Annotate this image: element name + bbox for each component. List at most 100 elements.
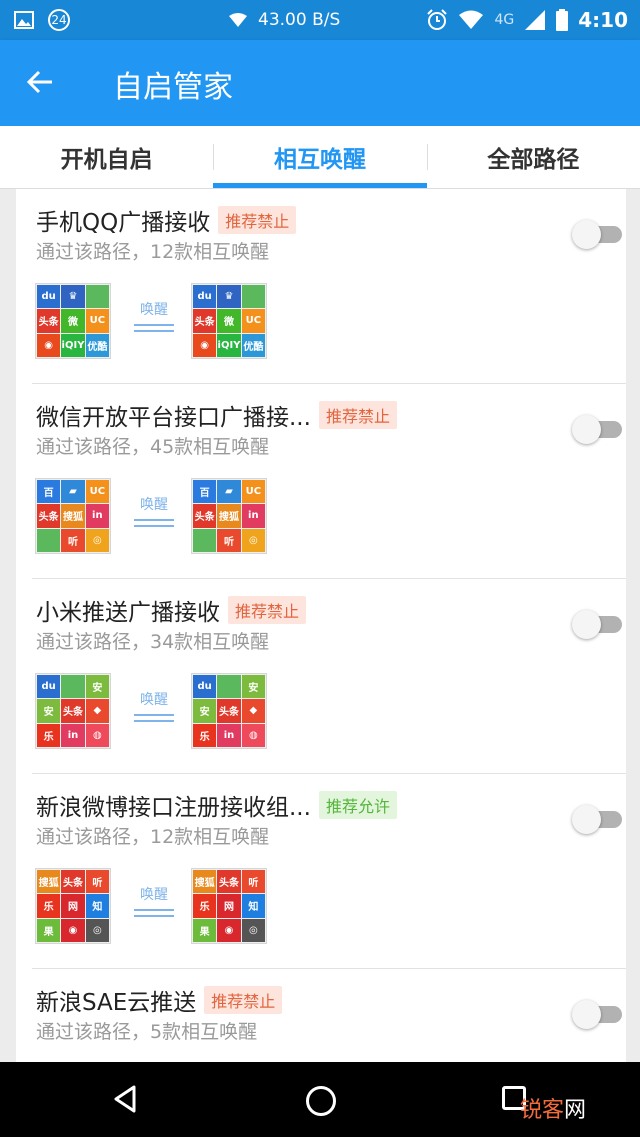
signal-icon: [525, 10, 546, 30]
image-notification-icon: [14, 11, 34, 29]
app-icon: 百: [193, 480, 217, 504]
app-icon: du: [193, 675, 217, 699]
app-icon: in: [241, 504, 265, 528]
tab-mutual-wakeup[interactable]: 相互唤醒: [213, 126, 427, 188]
app-icon: 头条: [37, 309, 61, 333]
app-icon: ◆: [241, 699, 265, 723]
wifi-icon: [459, 10, 484, 29]
app-icon: 乐: [37, 894, 61, 918]
navigation-bar: 锐客网: [0, 1062, 640, 1137]
item-subtitle: 通过该路径，34款相互唤醒: [36, 631, 270, 653]
app-icon: 搜狐: [37, 870, 61, 894]
app-icon: 乐: [37, 723, 61, 747]
app-icon: 微: [217, 309, 241, 333]
app-icon: ◍: [241, 723, 265, 747]
app-icon: iQIY: [217, 333, 241, 357]
wakeup-indicator: 唤醒: [130, 884, 178, 919]
recommend-badge: 推荐禁止: [204, 986, 283, 1014]
app-icon: ◎: [241, 918, 265, 942]
wakeup-label: 唤醒: [140, 887, 168, 903]
app-icon: du: [37, 285, 61, 309]
network-type: 4G: [494, 12, 515, 28]
wakeup-path-list: 手机QQ广播接收 推荐禁止 通过该路径，12款相互唤醒 du ♛ 头条微 UC ◉ iQI…: [16, 189, 626, 1062]
app-icon: in: [217, 723, 241, 747]
app-icon: 搜狐: [217, 504, 241, 528]
app-icon: 安: [85, 675, 109, 699]
battery-icon: [556, 9, 569, 31]
swap-arrows-icon: [130, 907, 178, 919]
enable-toggle[interactable]: [572, 415, 624, 444]
app-icon: 听: [61, 528, 85, 552]
app-icon: 头条: [193, 309, 217, 333]
app-icon: UC: [85, 309, 109, 333]
recommend-badge: 推荐禁止: [228, 596, 307, 624]
back-arrow-icon[interactable]: [26, 60, 66, 104]
app-icon: UC: [241, 480, 265, 504]
nav-back-icon[interactable]: [110, 1084, 140, 1114]
nav-home-icon[interactable]: [306, 1086, 336, 1116]
app-icon: [37, 528, 61, 552]
tab-boot-autostart[interactable]: 开机自启: [0, 126, 213, 188]
app-icon: 知: [241, 894, 265, 918]
app-icon: 搜狐: [193, 870, 217, 894]
app-icon: ◉: [193, 333, 217, 357]
app-icon: 头条: [217, 699, 241, 723]
app-icon: ◎: [85, 918, 109, 942]
tab-bar: 开机自启 相互唤醒 全部路径: [0, 126, 640, 189]
wakeup-indicator: 唤醒: [130, 299, 178, 334]
app-icon: 听: [217, 528, 241, 552]
list-item: 微信开放平台接口广播接... 推荐禁止 通过该路径，45款相互唤醒 百 ▰ UC 头条…: [32, 384, 626, 579]
app-icon: 头条: [61, 870, 85, 894]
enable-toggle[interactable]: [572, 220, 624, 249]
app-icon: [193, 528, 217, 552]
app-icon: ♛: [61, 285, 85, 309]
app-icon: ♛: [217, 285, 241, 309]
list-item: 手机QQ广播接收 推荐禁止 通过该路径，12款相互唤醒 du ♛ 头条微 UC ◉ iQI…: [32, 189, 626, 384]
recommend-badge: 推荐禁止: [218, 206, 297, 234]
app-icon: [217, 675, 241, 699]
wakeup-indicator: 唤醒: [130, 494, 178, 529]
enable-toggle[interactable]: [572, 610, 624, 639]
app-icon: UC: [85, 480, 109, 504]
tab-all-paths[interactable]: 全部路径: [426, 126, 640, 188]
app-icon: ◍: [85, 723, 109, 747]
item-title: 新浪微博接口注册接收组...: [36, 795, 311, 821]
swap-arrows-icon: [130, 517, 178, 529]
app-icon: 知: [85, 894, 109, 918]
app-icon: in: [61, 723, 85, 747]
list-item: 小米推送广播接收 推荐禁止 通过该路径，34款相互唤醒 du 安安头条 ◆ 乐 in ◍ …: [32, 579, 626, 774]
wakeup-indicator: 唤醒: [130, 689, 178, 724]
app-icon: 听: [85, 870, 109, 894]
app-icon: ◉: [61, 918, 85, 942]
source-apps-icon: 搜狐 头条听乐网知果 ◉ ◎: [35, 868, 111, 944]
source-apps-icon: 百 ▰ UC 头条 搜狐 in 听 ◎: [35, 478, 111, 554]
recommend-badge: 推荐允许: [318, 791, 397, 819]
app-icon: in: [85, 504, 109, 528]
item-title: 微信开放平台接口广播接...: [36, 405, 311, 431]
app-icon: ◉: [217, 918, 241, 942]
item-subtitle: 通过该路径，45款相互唤醒: [36, 436, 270, 458]
app-icon: ◉: [37, 333, 61, 357]
list-item: 新浪微博接口注册接收组... 推荐允许 通过该路径，12款相互唤醒 搜狐 头条听乐…: [32, 774, 626, 969]
wakeup-label: 唤醒: [140, 302, 168, 318]
app-icon: iQIY: [61, 333, 85, 357]
swap-arrows-icon: [130, 712, 178, 724]
alarm-icon: [427, 9, 448, 30]
app-icon: 网: [217, 894, 241, 918]
wifi-small-icon: [229, 13, 247, 27]
source-apps-icon: du ♛ 头条微 UC ◉ iQIY 优酷: [35, 283, 111, 359]
enable-toggle[interactable]: [572, 1000, 624, 1029]
app-icon: 乐: [193, 894, 217, 918]
item-subtitle: 通过该路径，12款相互唤醒: [36, 826, 270, 848]
enable-toggle[interactable]: [572, 805, 624, 834]
clock: 4:10: [578, 8, 628, 32]
app-icon: 头条: [61, 699, 85, 723]
app-icon: 听: [241, 870, 265, 894]
item-title: 小米推送广播接收: [36, 600, 220, 626]
app-icon: [85, 285, 109, 309]
app-icon: 头条: [37, 504, 61, 528]
source-apps-icon: du 安安头条 ◆ 乐 in ◍: [35, 673, 111, 749]
app-icon: 安: [193, 699, 217, 723]
app-icon: [61, 675, 85, 699]
app-icon: du: [37, 675, 61, 699]
